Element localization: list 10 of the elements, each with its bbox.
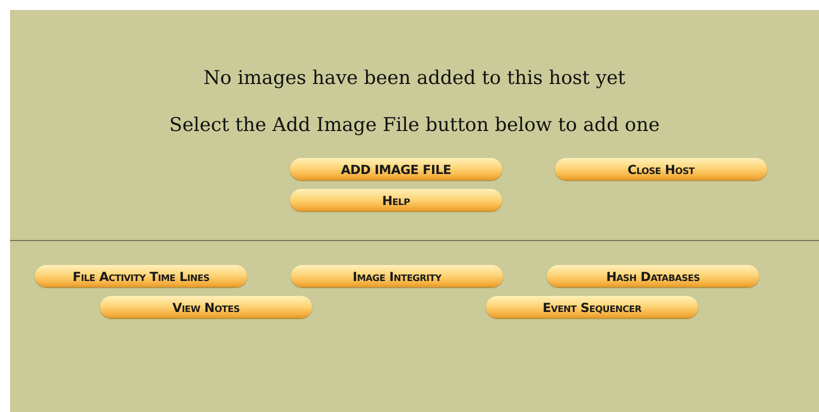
tool-button[interactable]: Image Integrity — [291, 265, 503, 287]
tool-button[interactable]: File Activity Time Lines — [35, 265, 247, 287]
host-button[interactable]: ADD IMAGE FILE — [290, 158, 502, 180]
info-message: Select the Add Image File button below to add one — [168, 114, 661, 136]
tool-button[interactable]: Event Sequencer — [486, 296, 698, 318]
info-message: No images have been added to this host yet — [202, 67, 626, 89]
host-button[interactable]: Help — [290, 189, 502, 211]
tool-button[interactable]: View Notes — [100, 296, 312, 318]
tool-button[interactable]: Hash Databases — [547, 265, 759, 287]
host-button[interactable]: Close Host — [555, 158, 767, 180]
